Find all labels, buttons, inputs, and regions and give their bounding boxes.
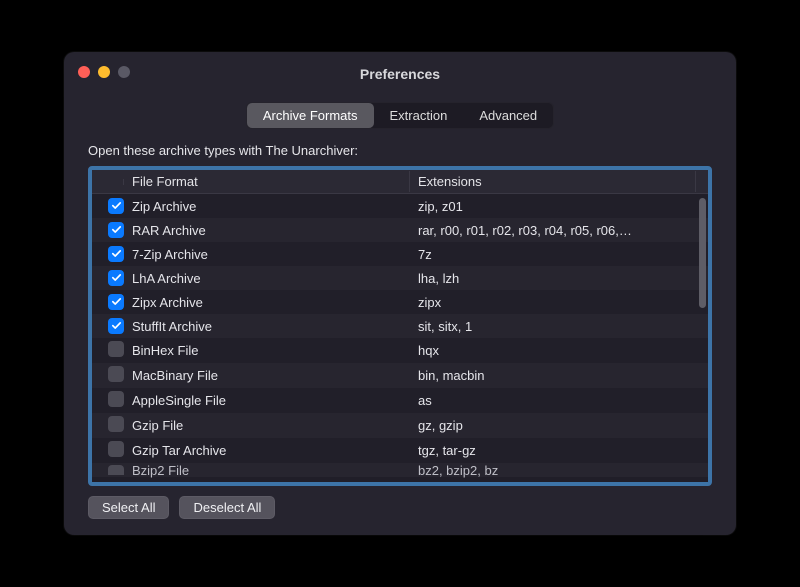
header-extensions[interactable]: Extensions xyxy=(410,171,696,192)
table-row[interactable]: Zipx Archivezipx xyxy=(92,290,708,314)
checkbox-icon[interactable] xyxy=(108,198,124,214)
table-row[interactable]: AppleSingle Fileas xyxy=(92,388,708,413)
checkbox-icon[interactable] xyxy=(108,416,124,432)
checkbox-icon[interactable] xyxy=(108,366,124,382)
table-row[interactable]: 7-Zip Archive7z xyxy=(92,242,708,266)
formats-table: File Format Extensions Zip Archivezip, z… xyxy=(88,166,712,486)
header-checkbox-col xyxy=(92,179,124,185)
deselect-all-button[interactable]: Deselect All xyxy=(179,496,275,519)
header-format[interactable]: File Format xyxy=(124,171,410,192)
table-row[interactable]: MacBinary Filebin, macbin xyxy=(92,363,708,388)
row-format: MacBinary File xyxy=(124,365,410,386)
button-row: Select All Deselect All xyxy=(88,486,712,519)
row-extensions: zipx xyxy=(410,292,696,313)
checkbox-icon[interactable] xyxy=(108,294,124,310)
row-format: Gzip Tar Archive xyxy=(124,440,410,461)
row-format: Zipx Archive xyxy=(124,292,410,313)
row-extensions: lha, lzh xyxy=(410,268,696,289)
row-format: Bzip2 File xyxy=(124,460,410,481)
row-checkbox[interactable] xyxy=(92,338,124,363)
tab-segment: Archive FormatsExtractionAdvanced xyxy=(246,102,554,129)
row-checkbox[interactable] xyxy=(92,363,124,388)
row-extensions: bin, macbin xyxy=(410,365,696,386)
checkbox-icon[interactable] xyxy=(108,391,124,407)
row-format: RAR Archive xyxy=(124,220,410,241)
checkbox-icon[interactable] xyxy=(108,465,124,475)
content: Open these archive types with The Unarch… xyxy=(64,139,736,535)
row-checkbox[interactable] xyxy=(92,388,124,413)
checkbox-icon[interactable] xyxy=(108,270,124,286)
table-row[interactable]: StuffIt Archivesit, sitx, 1 xyxy=(92,314,708,338)
row-checkbox[interactable] xyxy=(92,219,124,242)
table-row[interactable]: RAR Archiverar, r00, r01, r02, r03, r04,… xyxy=(92,218,708,242)
table-row[interactable]: BinHex Filehqx xyxy=(92,338,708,363)
row-extensions: bz2, bzip2, bz xyxy=(410,460,696,481)
row-extensions: gz, gzip xyxy=(410,415,696,436)
row-format: 7-Zip Archive xyxy=(124,244,410,265)
row-format: LhA Archive xyxy=(124,268,410,289)
row-checkbox[interactable] xyxy=(92,315,124,338)
table-row[interactable]: Bzip2 Filebz2, bzip2, bz xyxy=(92,463,708,477)
table-row[interactable]: Zip Archivezip, z01 xyxy=(92,194,708,218)
checkbox-icon[interactable] xyxy=(108,341,124,357)
preferences-window: Preferences Archive FormatsExtractionAdv… xyxy=(64,52,736,535)
row-format: AppleSingle File xyxy=(124,390,410,411)
tab-extraction[interactable]: Extraction xyxy=(374,103,464,128)
table-row[interactable]: LhA Archivelha, lzh xyxy=(92,266,708,290)
header-spacer xyxy=(696,179,712,185)
checkbox-icon[interactable] xyxy=(108,441,124,457)
table-body[interactable]: Zip Archivezip, z01RAR Archiverar, r00, … xyxy=(92,194,708,482)
row-extensions: tgz, tar-gz xyxy=(410,440,696,461)
tab-archive-formats[interactable]: Archive Formats xyxy=(247,103,374,128)
tab-bar: Archive FormatsExtractionAdvanced xyxy=(64,96,736,139)
row-format: StuffIt Archive xyxy=(124,316,410,337)
checkbox-icon[interactable] xyxy=(108,246,124,262)
close-icon[interactable] xyxy=(78,66,90,78)
row-checkbox[interactable] xyxy=(92,413,124,438)
titlebar: Preferences xyxy=(64,52,736,96)
row-format: Zip Archive xyxy=(124,196,410,217)
select-all-button[interactable]: Select All xyxy=(88,496,169,519)
row-extensions: zip, z01 xyxy=(410,196,696,217)
row-extensions: hqx xyxy=(410,340,696,361)
row-checkbox[interactable] xyxy=(92,460,124,481)
row-extensions: 7z xyxy=(410,244,696,265)
row-format: Gzip File xyxy=(124,415,410,436)
row-checkbox[interactable] xyxy=(92,267,124,290)
row-checkbox[interactable] xyxy=(92,195,124,218)
row-extensions: sit, sitx, 1 xyxy=(410,316,696,337)
scrollbar-thumb[interactable] xyxy=(699,198,706,308)
checkbox-icon[interactable] xyxy=(108,318,124,334)
checkbox-icon[interactable] xyxy=(108,222,124,238)
window-title: Preferences xyxy=(80,66,720,82)
row-checkbox[interactable] xyxy=(92,243,124,266)
maximize-icon xyxy=(118,66,130,78)
table-header: File Format Extensions xyxy=(92,170,708,194)
instruction-label: Open these archive types with The Unarch… xyxy=(88,139,712,166)
row-extensions: rar, r00, r01, r02, r03, r04, r05, r06,… xyxy=(410,220,696,241)
tab-advanced[interactable]: Advanced xyxy=(463,103,553,128)
row-format: BinHex File xyxy=(124,340,410,361)
table-row[interactable]: Gzip Filegz, gzip xyxy=(92,413,708,438)
row-extensions: as xyxy=(410,390,696,411)
minimize-icon[interactable] xyxy=(98,66,110,78)
row-checkbox[interactable] xyxy=(92,291,124,314)
window-controls xyxy=(78,66,130,78)
